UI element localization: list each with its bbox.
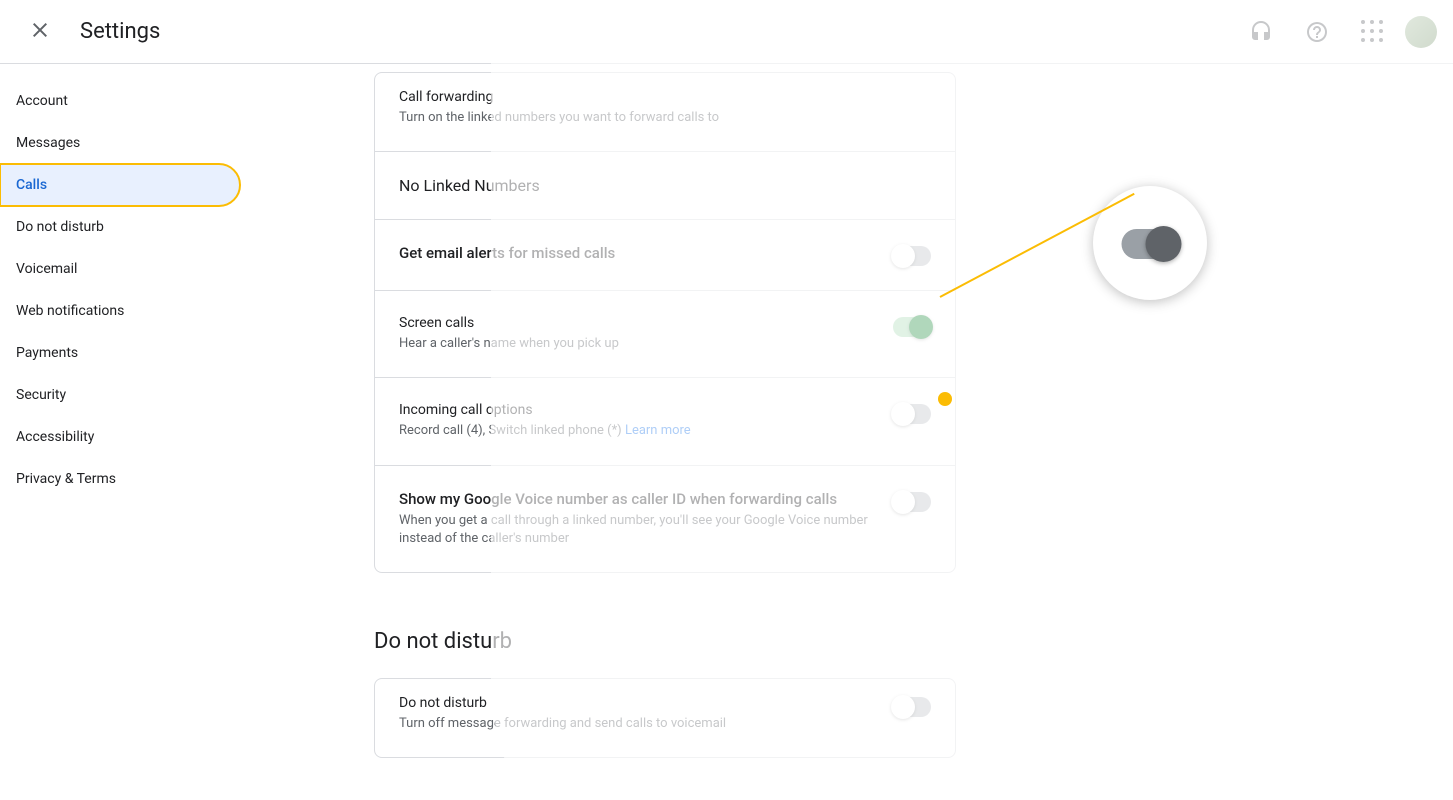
app-header: Settings [0,0,1453,64]
sidebar-item-label: Payments [16,345,78,361]
incoming-call-options-description: Record call (4), Switch linked phone (*) [399,423,625,438]
sidebar-item-label: Account [16,93,68,109]
calls-section-card: Call forwarding Turn on the linked numbe… [374,72,956,573]
help-icon[interactable] [1293,8,1341,56]
call-forwarding-title: Call forwarding [399,89,931,105]
dnd-toggle[interactable] [893,697,931,717]
dnd-description: Turn off message forwarding and send cal… [399,715,869,733]
screen-calls-toggle[interactable] [893,317,931,337]
sidebar-item-security[interactable]: Security [0,374,240,416]
show-voice-number-description: When you get a call through a linked num… [399,512,869,548]
sidebar-item-label: Accessibility [16,429,94,445]
sidebar-item-accessibility[interactable]: Accessibility [0,416,240,458]
incoming-call-options-row: Incoming call options Record call (4), S… [375,377,955,464]
learn-more-link[interactable]: Learn more [625,423,691,438]
google-apps-icon[interactable] [1349,8,1397,56]
sidebar-item-label: Voicemail [16,261,77,277]
show-voice-number-title: Show my Google Voice number as caller ID… [399,490,869,508]
sidebar-item-privacy-terms[interactable]: Privacy & Terms [0,458,240,500]
settings-sidebar: Account Messages Calls Do not disturb Vo… [0,64,248,800]
dnd-section-title: Do not disturb [374,629,956,654]
no-linked-numbers-text: No Linked Numbers [375,151,955,219]
headset-icon[interactable] [1237,8,1285,56]
sidebar-item-messages[interactable]: Messages [0,122,240,164]
show-voice-number-row: Show my Google Voice number as caller ID… [375,465,955,572]
screen-calls-row: Screen calls Hear a caller's name when y… [375,290,955,377]
close-icon [28,18,52,42]
page-title: Settings [80,19,160,44]
incoming-call-options-toggle[interactable] [893,404,931,424]
sidebar-item-calls[interactable]: Calls [0,164,240,206]
sidebar-item-voicemail[interactable]: Voicemail [0,248,240,290]
screen-calls-description: Hear a caller's name when you pick up [399,335,869,353]
dnd-row: Do not disturb Turn off message forwardi… [375,679,955,757]
email-alerts-row: Get email alerts for missed calls [375,219,955,290]
email-alerts-title: Get email alerts for missed calls [399,244,869,262]
settings-content: Call forwarding Turn on the linked numbe… [248,64,1453,800]
sidebar-item-label: Messages [16,135,80,151]
sidebar-item-label: Security [16,387,66,403]
sidebar-item-payments[interactable]: Payments [0,332,240,374]
sidebar-item-label: Web notifications [16,303,124,319]
email-alerts-toggle[interactable] [893,246,931,266]
dnd-section-card: Do not disturb Turn off message forwardi… [374,678,956,758]
screen-calls-title: Screen calls [399,315,869,331]
sidebar-item-account[interactable]: Account [0,80,240,122]
close-button[interactable] [16,6,64,57]
sidebar-item-label: Do not disturb [16,219,104,235]
sidebar-item-web-notifications[interactable]: Web notifications [0,290,240,332]
call-forwarding-description: Turn on the linked numbers you want to f… [399,109,931,127]
incoming-call-options-title: Incoming call options [399,402,869,418]
avatar[interactable] [1405,16,1437,48]
show-voice-number-toggle[interactable] [893,492,931,512]
sidebar-item-label: Calls [16,177,47,193]
dnd-title: Do not disturb [399,695,869,711]
sidebar-item-label: Privacy & Terms [16,471,116,487]
sidebar-item-do-not-disturb[interactable]: Do not disturb [0,206,240,248]
call-forwarding-row: Call forwarding Turn on the linked numbe… [375,73,955,151]
